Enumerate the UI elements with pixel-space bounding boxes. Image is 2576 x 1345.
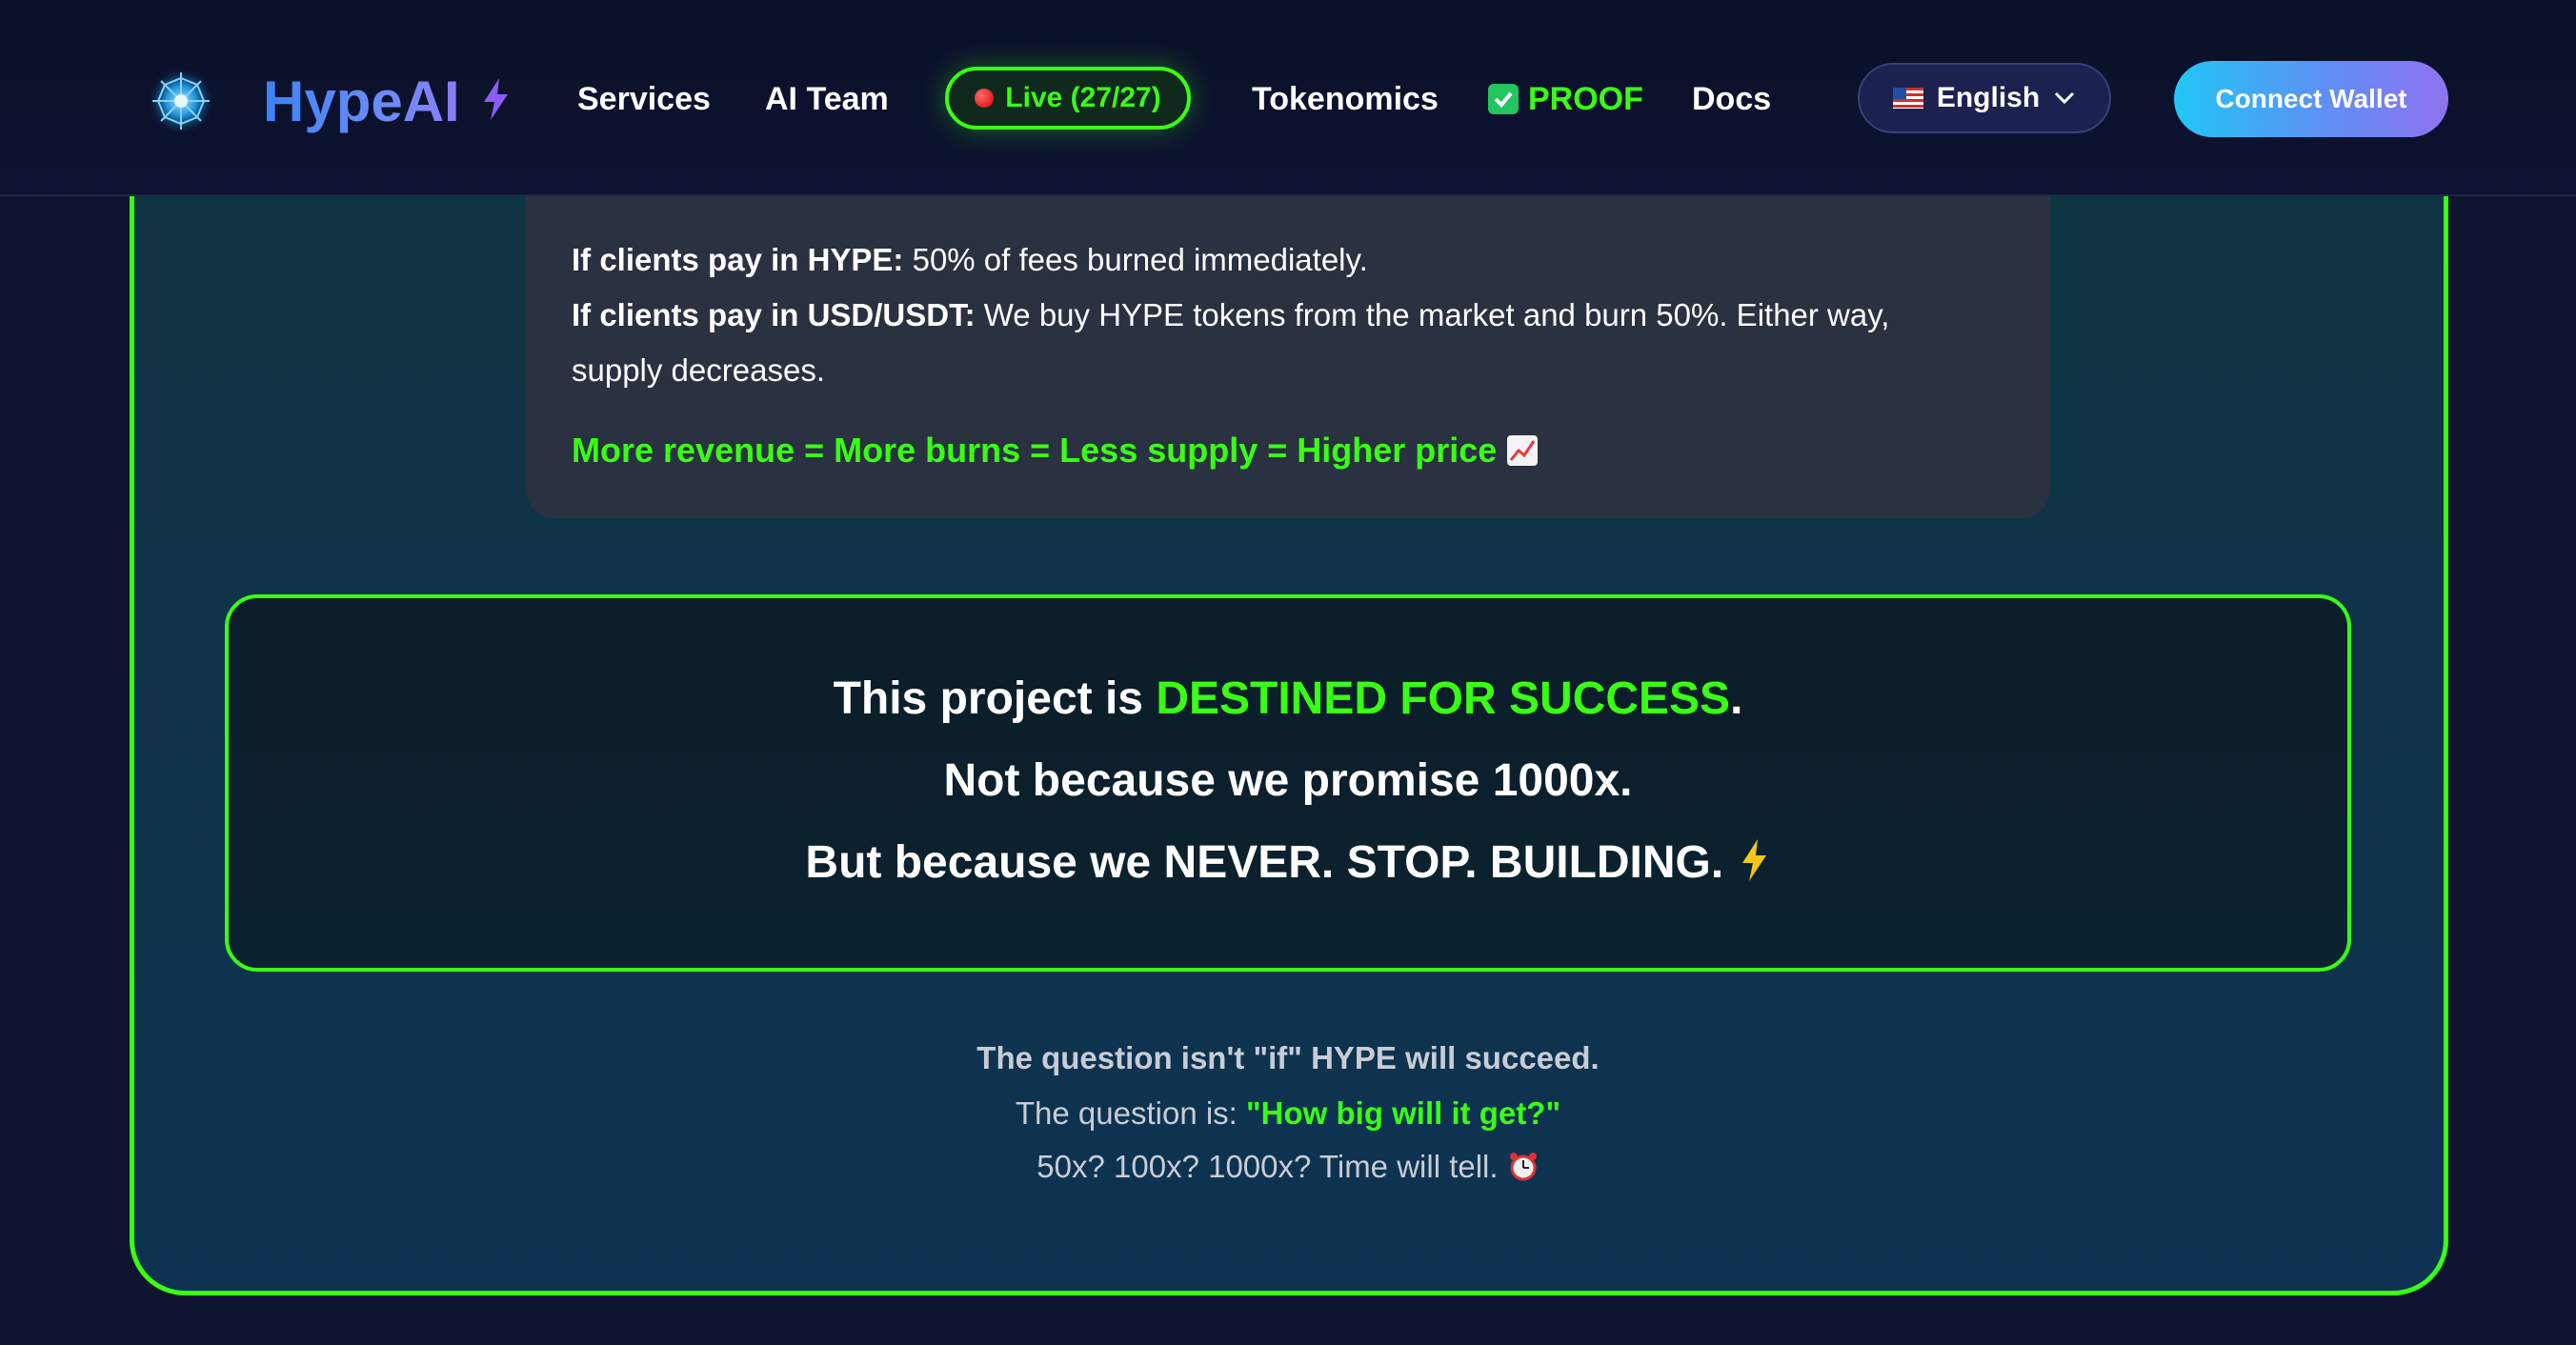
alarm-clock-icon (1509, 1153, 1537, 1181)
lightning-icon (1741, 839, 1766, 881)
nav-docs[interactable]: Docs (1692, 74, 1771, 124)
chart-up-icon (1507, 435, 1539, 466)
language-selector[interactable]: English (1858, 63, 2111, 133)
burn-usd-line-cont: supply decreases. (572, 352, 825, 388)
language-label: English (1936, 82, 2041, 113)
question-line-3: 50x? 100x? 1000x? Time will tell. (0, 1149, 2576, 1185)
live-status-button[interactable]: Live (27/27) (945, 67, 1191, 130)
chevron-down-icon (2055, 91, 2075, 105)
success-line-3: But because we NEVER. STOP. BUILDING. (0, 836, 2576, 889)
burn-highlight: More revenue = More burns = Less supply … (572, 427, 1539, 474)
top-navbar: HypeAI Services AI Team Live (27/27) Tok… (0, 0, 2576, 196)
us-flag-icon (1892, 88, 1923, 109)
success-line-1: This project is DESTINED FOR SUCCESS. (833, 673, 1743, 724)
nav-proof[interactable]: PROOF (1488, 74, 1643, 124)
red-dot-icon (975, 89, 995, 108)
nav-services[interactable]: Services (577, 74, 711, 124)
burn-highlight-text: More revenue = More burns = Less supply … (572, 431, 1498, 470)
lightning-icon (484, 78, 508, 120)
nav-tokenomics[interactable]: Tokenomics (1252, 74, 1439, 124)
question-line-2: The question is: "How big will it get?" (1015, 1095, 1561, 1131)
nav-ai-team[interactable]: AI Team (765, 74, 889, 124)
success-line-2: Not because we promise 1000x. (943, 755, 1633, 806)
network-logo-icon[interactable] (143, 63, 219, 139)
connect-wallet-button[interactable]: Connect Wallet (2174, 61, 2448, 137)
burn-usd-line: If clients pay in USD/USDT: We buy HYPE … (572, 297, 1890, 332)
burn-hype-line: If clients pay in HYPE: 50% of fees burn… (572, 242, 1368, 277)
brand-name[interactable]: HypeAI (263, 63, 460, 139)
live-status-label: Live (27/27) (1005, 82, 1161, 113)
proof-label: PROOF (1528, 80, 1643, 117)
question-line-1: The question isn't "if" HYPE will succee… (976, 1040, 1600, 1075)
checkmark-icon (1488, 84, 1519, 114)
